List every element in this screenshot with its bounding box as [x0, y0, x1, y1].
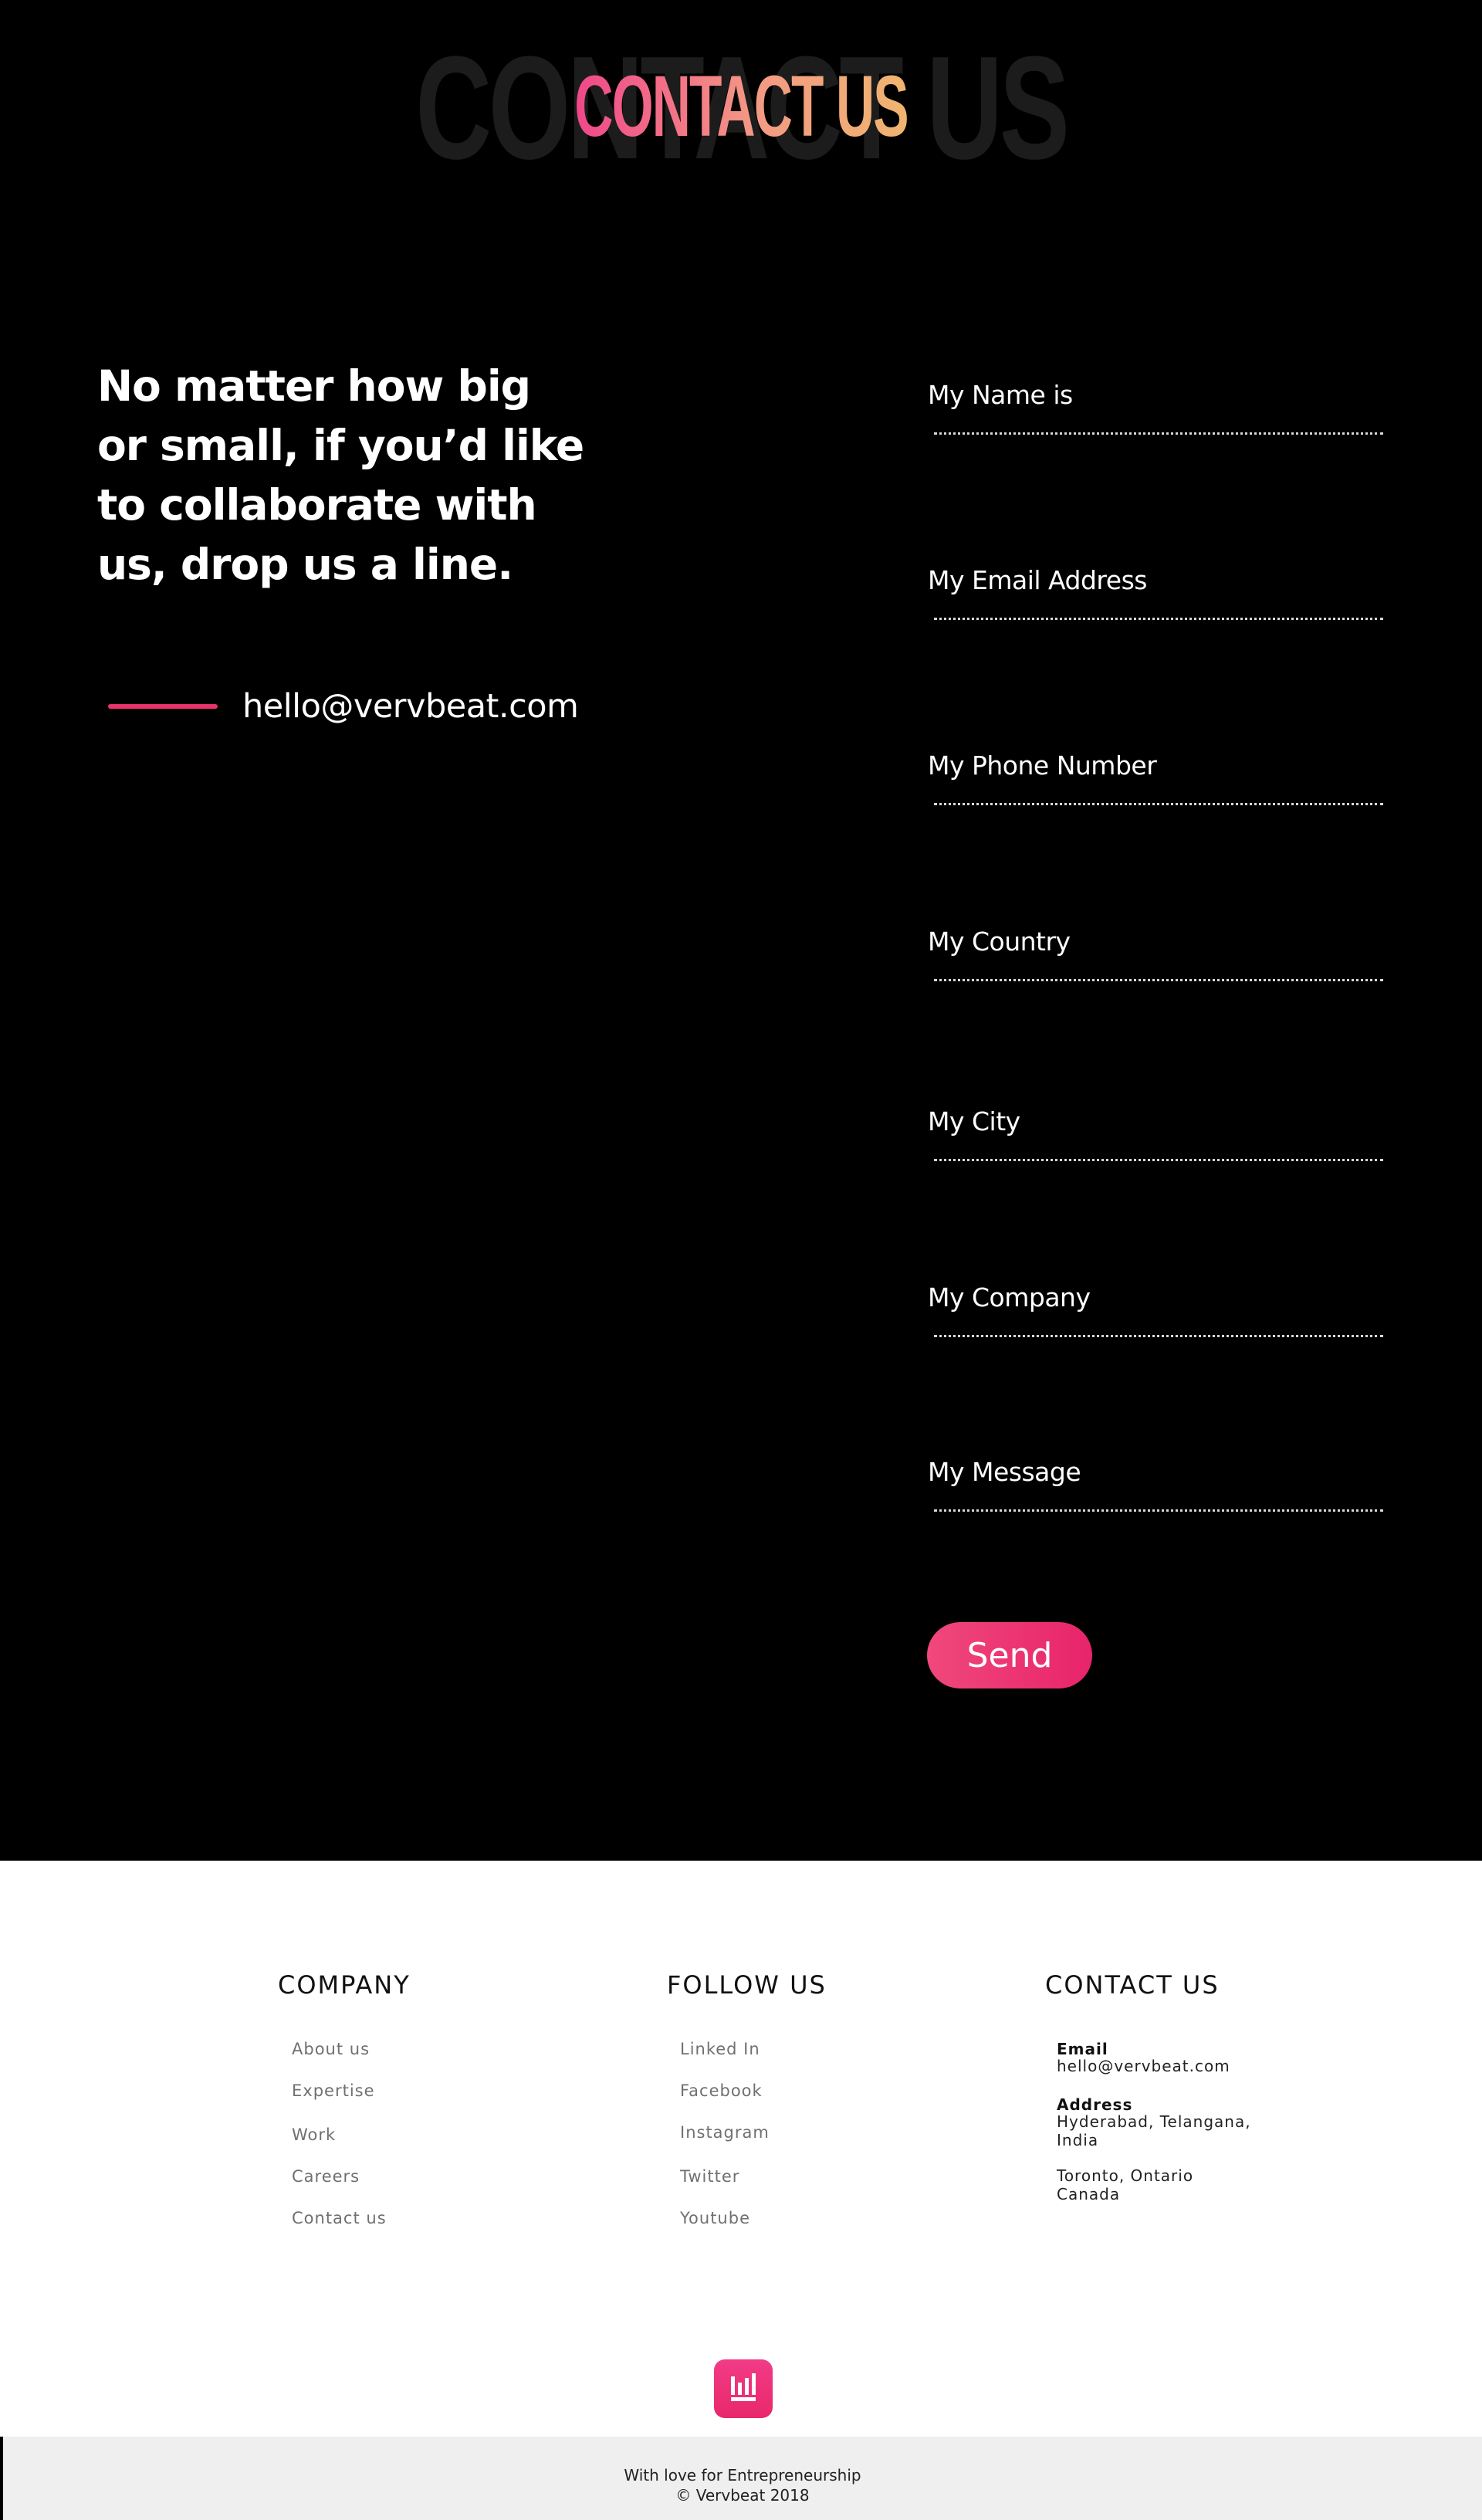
country-field: My Country	[928, 925, 1383, 981]
footer-link-careers[interactable]: Careers	[292, 2167, 360, 2186]
copyright-bar: With love for Entrepreneurship © Vervbea…	[3, 2437, 1482, 2520]
copyright-text: © Vervbeat 2018	[675, 2486, 810, 2505]
contact-email-link[interactable]: hello@vervbeat.com	[242, 687, 579, 726]
footer-address-line2: India	[1057, 2131, 1099, 2149]
footer-link-facebook[interactable]: Facebook	[680, 2081, 763, 2100]
footer-link-youtube[interactable]: Youtube	[680, 2209, 750, 2227]
footer-email-value[interactable]: hello@vervbeat.com	[1057, 2057, 1230, 2075]
contact-email-row: hello@vervbeat.com	[108, 679, 579, 733]
contact-tagline: No matter how big or small, if you’d lik…	[97, 361, 584, 589]
footer-link-work[interactable]: Work	[292, 2125, 336, 2144]
company-heading: COMPANY	[278, 1970, 411, 2000]
phone-input[interactable]	[934, 780, 1383, 805]
company-input[interactable]	[934, 1312, 1383, 1337]
country-input[interactable]	[934, 956, 1383, 981]
page-title: CONTACT US	[282, 60, 1200, 153]
logo-mark-icon	[731, 2373, 756, 2401]
page-title-text: CONTACT US	[574, 58, 908, 154]
message-input[interactable]	[934, 1486, 1383, 1512]
email-input[interactable]	[934, 594, 1383, 620]
follow-heading: FOLLOW US	[667, 1970, 827, 2000]
footer-address2-line2: Canada	[1057, 2185, 1121, 2203]
message-field: My Message	[928, 1455, 1383, 1512]
city-input[interactable]	[934, 1136, 1383, 1161]
company-label: My Company	[928, 1282, 1091, 1312]
footer-link-twitter[interactable]: Twitter	[680, 2167, 739, 2186]
name-field: My Name is	[928, 378, 1383, 435]
contact-heading: CONTACT US	[1045, 1970, 1220, 2000]
footer-link-expertise[interactable]: Expertise	[292, 2081, 375, 2100]
city-label: My City	[928, 1106, 1020, 1136]
email-field: My Email Address	[928, 564, 1383, 620]
send-button[interactable]: Send	[927, 1622, 1092, 1688]
footer-email-label: Email	[1057, 2040, 1108, 2058]
city-field: My City	[928, 1105, 1383, 1161]
contact-hero: CONTACT US CONTACT US No matter how big …	[0, 0, 1482, 1861]
vervbeat-logo-icon[interactable]	[714, 2359, 773, 2418]
message-label: My Message	[928, 1457, 1081, 1487]
footer: COMPANY About us Expertise Work Careers …	[0, 1861, 1482, 2437]
company-field: My Company	[928, 1281, 1383, 1337]
footer-address-line1: Hyderabad, Telangana,	[1057, 2112, 1251, 2131]
name-input[interactable]	[934, 409, 1383, 435]
country-label: My Country	[928, 926, 1071, 957]
phone-field: My Phone Number	[928, 749, 1383, 805]
name-label: My Name is	[928, 380, 1073, 410]
footer-address-label: Address	[1057, 2095, 1133, 2114]
footer-link-contact[interactable]: Contact us	[292, 2209, 387, 2227]
footer-tagline: With love for Entrepreneurship	[624, 2466, 861, 2484]
phone-label: My Phone Number	[928, 750, 1157, 781]
email-label: My Email Address	[928, 565, 1147, 595]
footer-link-linkedin[interactable]: Linked In	[680, 2040, 760, 2058]
footer-link-about[interactable]: About us	[292, 2040, 370, 2058]
footer-address2-line1: Toronto, Ontario	[1057, 2166, 1194, 2185]
footer-link-instagram[interactable]: Instagram	[680, 2123, 770, 2142]
accent-line	[108, 704, 218, 709]
